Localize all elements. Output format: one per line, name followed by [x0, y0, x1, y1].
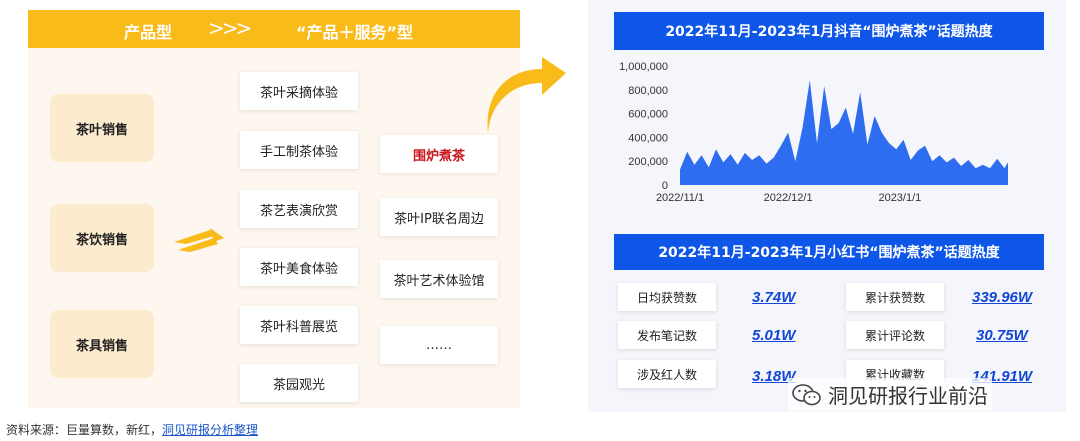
source-prefix: 资料来源：巨量算数，新红，: [6, 423, 163, 437]
curved-arrow-icon: [487, 57, 566, 133]
y-tick-label: 600,000: [628, 109, 668, 121]
service-tea-science-exhibit: 茶叶科普展览: [240, 306, 358, 344]
source-link[interactable]: 洞见研报分析整理: [162, 423, 258, 437]
douyin-heat-area: [680, 80, 1008, 185]
double-arrow-icon: [174, 228, 224, 252]
x-tick-label: 2022/11/1: [656, 192, 704, 204]
y-tick-label: 200,000: [628, 156, 668, 168]
product-service-mode-label: “产品＋服务”型: [296, 23, 414, 42]
service-tea-art-museum: 茶叶艺术体验馆: [380, 260, 498, 298]
mode-banner: 产品型 >>> “产品＋服务”型: [28, 10, 520, 48]
y-tick-label: 1,000,000: [619, 61, 668, 73]
service-tea-art-show: 茶艺表演欣赏: [240, 190, 358, 228]
wechat-watermark: 洞见研报行业前沿: [788, 378, 992, 411]
service-stove-tea-highlight: 围炉煮茶: [380, 135, 498, 173]
stat-value-notes-published: 5.01W: [752, 327, 796, 344]
stat-value-total-comments: 30.75W: [976, 327, 1028, 344]
left-panel: 产品型 >>> “产品＋服务”型 茶叶销售 茶饮销售 茶具销售 茶叶采摘体验 手…: [28, 10, 520, 408]
stat-value-daily-likes: 3.74W: [752, 289, 796, 306]
service-tea-ip-merch: 茶叶IP联名周边: [380, 198, 498, 236]
product-type-tea-drink-sales: 茶饮销售: [50, 204, 154, 272]
source-note: 资料来源：巨量算数，新红，洞见研报分析整理: [6, 421, 258, 438]
product-type-teaware-sales: 茶具销售: [50, 310, 154, 378]
stat-label-total-comments: 累计评论数: [846, 321, 944, 349]
x-tick-label: 2022/12/1: [764, 192, 813, 204]
wechat-icon: [792, 383, 821, 405]
product-mode-label: 产品型: [124, 23, 173, 42]
y-tick-label: 400,000: [628, 132, 668, 144]
douyin-heat-chart: 0 200,000 400,000 600,000 800,000 1,000,000 2…: [619, 61, 1008, 204]
service-tea-picking: 茶叶采摘体验: [240, 72, 358, 110]
stat-label-influencers: 涉及红人数: [618, 360, 716, 388]
xhs-stats-title: 2022年11月-2023年1月小红书“围炉煮茶”话题热度: [614, 234, 1044, 270]
watermark-text: 洞见研报行业前沿: [828, 384, 988, 408]
x-tick-label: 2023/1/1: [878, 192, 921, 204]
stat-label-daily-likes: 日均获赞数: [618, 283, 716, 311]
service-tea-cuisine: 茶叶美食体验: [240, 248, 358, 286]
stat-label-total-likes: 累计获赞数: [846, 283, 944, 311]
service-tea-garden-tour: 茶园观光: [240, 364, 358, 402]
service-more-ellipsis: ……: [380, 326, 498, 364]
stat-label-notes-published: 发布笔记数: [618, 321, 716, 349]
stat-value-total-likes: 339.96W: [972, 289, 1033, 306]
product-type-tea-sales: 茶叶销售: [50, 94, 154, 162]
service-handmade-tea: 手工制茶体验: [240, 131, 358, 169]
chevron-right-icon: >>>: [208, 16, 252, 40]
y-tick-label: 800,000: [628, 85, 668, 97]
douyin-chart-title: 2022年11月-2023年1月抖音“围炉煮茶”话题热度: [614, 12, 1044, 50]
y-tick-label: 0: [662, 180, 668, 192]
